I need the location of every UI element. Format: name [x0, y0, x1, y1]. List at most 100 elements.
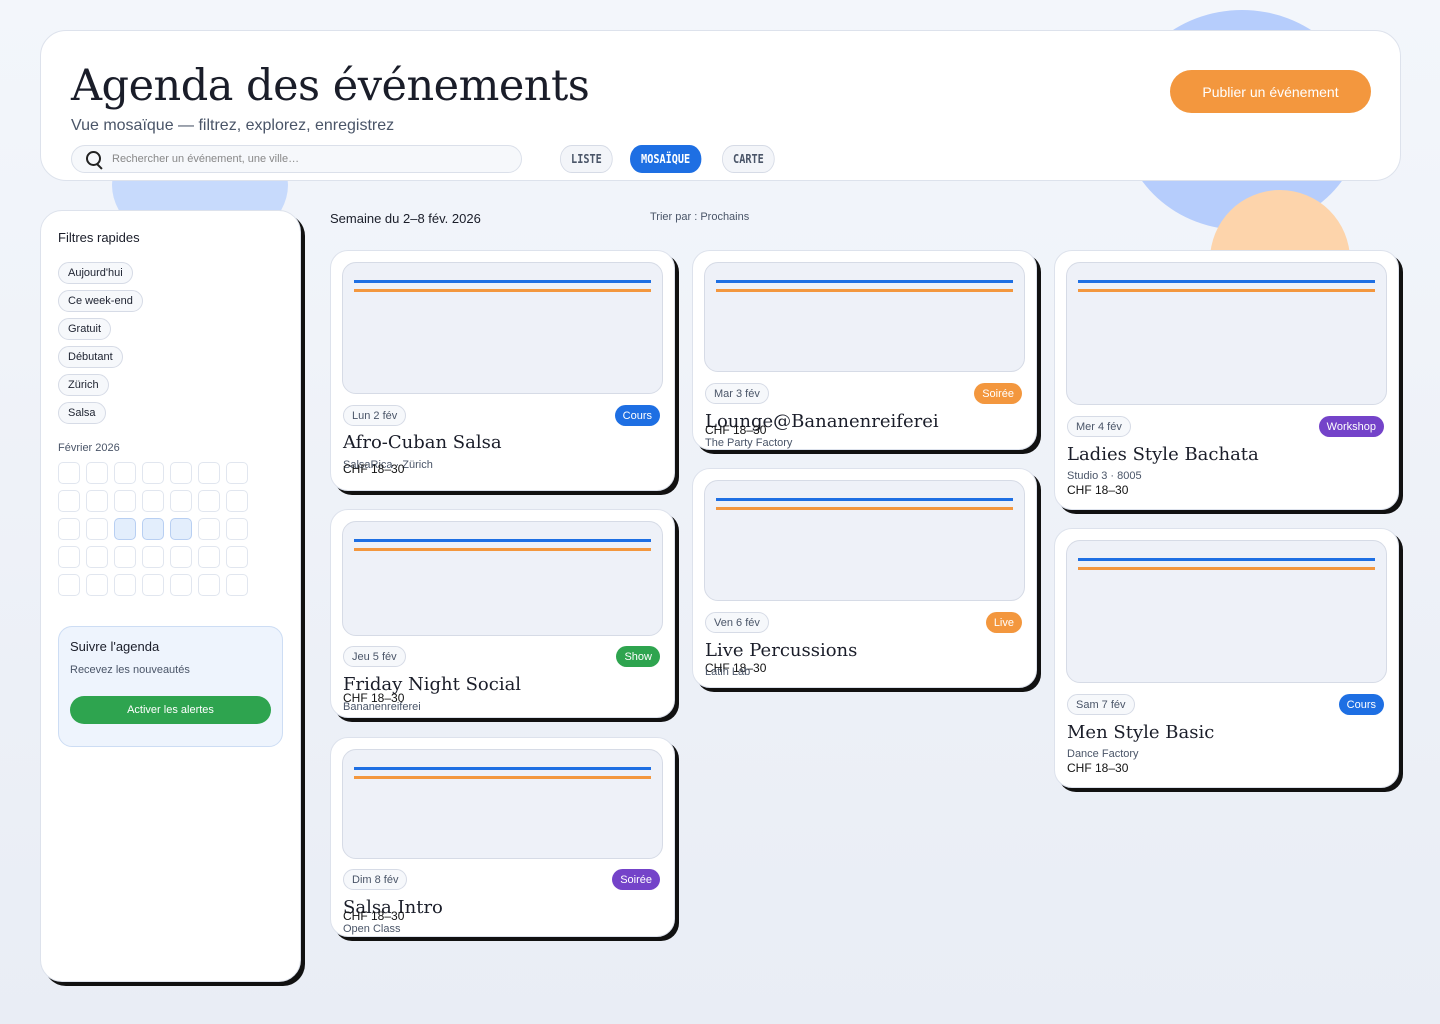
event-date: Mar 3 fév [705, 383, 769, 404]
event-date: Lun 2 fév [343, 405, 407, 426]
tab-liste[interactable]: LISTE [560, 145, 613, 173]
calendar-day[interactable] [114, 546, 136, 568]
event-type-badge: Soirée [974, 383, 1022, 404]
calendar-day[interactable] [226, 574, 248, 596]
event-image [342, 749, 663, 859]
tab-carte[interactable]: CARTE [721, 145, 775, 173]
follow-agenda-title: Suivre l'agenda [70, 639, 160, 654]
calendar-day[interactable] [58, 574, 80, 596]
filter-chip-salsa[interactable]: Salsa [58, 402, 106, 424]
search-icon [84, 149, 104, 169]
calendar-day[interactable] [58, 490, 80, 512]
filter-chip-weekend[interactable]: Ce week‑end [58, 290, 143, 312]
event-date: Mer 4 fév [1067, 416, 1131, 437]
calendar-day[interactable] [226, 490, 248, 512]
calendar-day[interactable] [58, 546, 80, 568]
event-date: Ven 6 fév [705, 612, 769, 633]
mini-calendar [58, 462, 248, 596]
search-input[interactable] [112, 153, 492, 165]
calendar-day[interactable] [86, 518, 108, 540]
event-card[interactable]: Lun 2 fév Cours Afro-Cuban Salsa SalsaRi… [330, 250, 675, 491]
event-card[interactable]: Dim 8 fév Soirée Salsa Intro CHF 18–30 O… [330, 737, 675, 937]
calendar-day[interactable] [58, 462, 80, 484]
calendar-day[interactable] [198, 546, 220, 568]
calendar-day[interactable] [226, 546, 248, 568]
event-title: Afro-Cuban Salsa [343, 432, 502, 453]
event-card[interactable]: Sam 7 fév Cours Men Style Basic Dance Fa… [1054, 528, 1399, 788]
event-title: Live Percussions [705, 640, 858, 661]
calendar-day[interactable] [86, 462, 108, 484]
calendar-day[interactable] [142, 518, 164, 540]
calendar-day[interactable] [170, 574, 192, 596]
calendar-day[interactable] [142, 490, 164, 512]
calendar-day[interactable] [142, 546, 164, 568]
event-venue: Dance Factory [1067, 748, 1139, 760]
event-price: CHF 18–30 [343, 462, 405, 476]
event-type-badge: Show [616, 646, 660, 667]
enable-alerts-button[interactable]: Activer les alertes [70, 696, 271, 724]
calendar-month-label: Février 2026 [58, 442, 120, 454]
page-title: Agenda des événements [71, 61, 590, 111]
event-type-badge: Cours [1338, 694, 1384, 715]
calendar-day[interactable] [86, 574, 108, 596]
filter-chip-today[interactable]: Aujourd'hui [58, 262, 133, 284]
filter-chip-beginner[interactable]: Débutant [58, 346, 123, 368]
calendar-day[interactable] [198, 518, 220, 540]
event-date: Sam 7 fév [1067, 694, 1135, 715]
filter-chips: Aujourd'hui Ce week‑end Gratuit Débutant… [58, 262, 143, 424]
event-card[interactable]: Jeu 5 fév Show Friday Night Social CHF 1… [330, 509, 675, 718]
calendar-day[interactable] [58, 518, 80, 540]
filter-chip-free[interactable]: Gratuit [58, 318, 112, 340]
event-date: Jeu 5 fév [343, 646, 406, 667]
page-header: Agenda des événements Vue mosaïque — fil… [40, 30, 1401, 181]
event-type-badge: Soirée [612, 869, 660, 890]
event-title: Ladies Style Bachata [1067, 444, 1259, 465]
follow-agenda-subtitle: Recevez les nouveautés [70, 664, 190, 676]
follow-agenda-box: Suivre l'agenda Recevez les nouveautés A… [58, 626, 283, 747]
event-image [342, 521, 663, 636]
calendar-day[interactable] [142, 574, 164, 596]
sort-selector[interactable]: Trier par : Prochains [650, 211, 749, 223]
event-image [704, 480, 1025, 601]
calendar-day[interactable] [86, 490, 108, 512]
search-bar[interactable] [71, 145, 522, 173]
publish-event-button[interactable]: Publier un événement [1170, 70, 1371, 113]
event-type-badge: Workshop [1318, 416, 1384, 437]
filter-chip-zurich[interactable]: Zürich [58, 374, 109, 396]
page-subtitle: Vue mosaïque — filtrez, explorez, enregi… [71, 117, 395, 134]
calendar-day[interactable] [226, 518, 248, 540]
event-venue: Studio 3 · 8005 [1067, 470, 1142, 482]
calendar-day[interactable] [226, 462, 248, 484]
event-price: CHF 18–30 [705, 423, 767, 437]
event-type-badge: Cours [614, 405, 660, 426]
calendar-day[interactable] [114, 462, 136, 484]
event-card[interactable]: Mar 3 fév Soirée Lounge@Bananenreiferei … [692, 250, 1037, 450]
sidebar: Filtres rapides Aujourd'hui Ce week‑end … [40, 210, 301, 982]
quick-filters-title: Filtres rapides [58, 230, 140, 245]
event-card[interactable]: Ven 6 fév Live Live Percussions CHF 18–3… [692, 468, 1037, 688]
view-tabs: LISTE MOSAÏQUE CARTE [560, 145, 784, 173]
calendar-day[interactable] [170, 518, 192, 540]
calendar-day[interactable] [114, 574, 136, 596]
event-venue: Bananenreiferei [343, 701, 421, 713]
calendar-day[interactable] [142, 462, 164, 484]
event-price: CHF 18–30 [1067, 483, 1129, 497]
event-image [1066, 262, 1387, 405]
event-card[interactable]: Mer 4 fév Workshop Ladies Style Bachata … [1054, 250, 1399, 510]
calendar-day[interactable] [170, 546, 192, 568]
calendar-day[interactable] [86, 546, 108, 568]
event-date: Dim 8 fév [343, 869, 408, 890]
event-venue: Latin Lab [705, 666, 751, 678]
calendar-day[interactable] [198, 462, 220, 484]
event-price: CHF 18–30 [343, 909, 405, 923]
calendar-day[interactable] [114, 518, 136, 540]
tab-mosaique[interactable]: MOSAÏQUE [630, 145, 702, 173]
calendar-day[interactable] [170, 490, 192, 512]
event-venue: Open Class [343, 923, 401, 935]
event-price: CHF 18–30 [1067, 761, 1129, 775]
event-image [704, 262, 1025, 372]
calendar-day[interactable] [198, 490, 220, 512]
calendar-day[interactable] [114, 490, 136, 512]
calendar-day[interactable] [198, 574, 220, 596]
calendar-day[interactable] [170, 462, 192, 484]
